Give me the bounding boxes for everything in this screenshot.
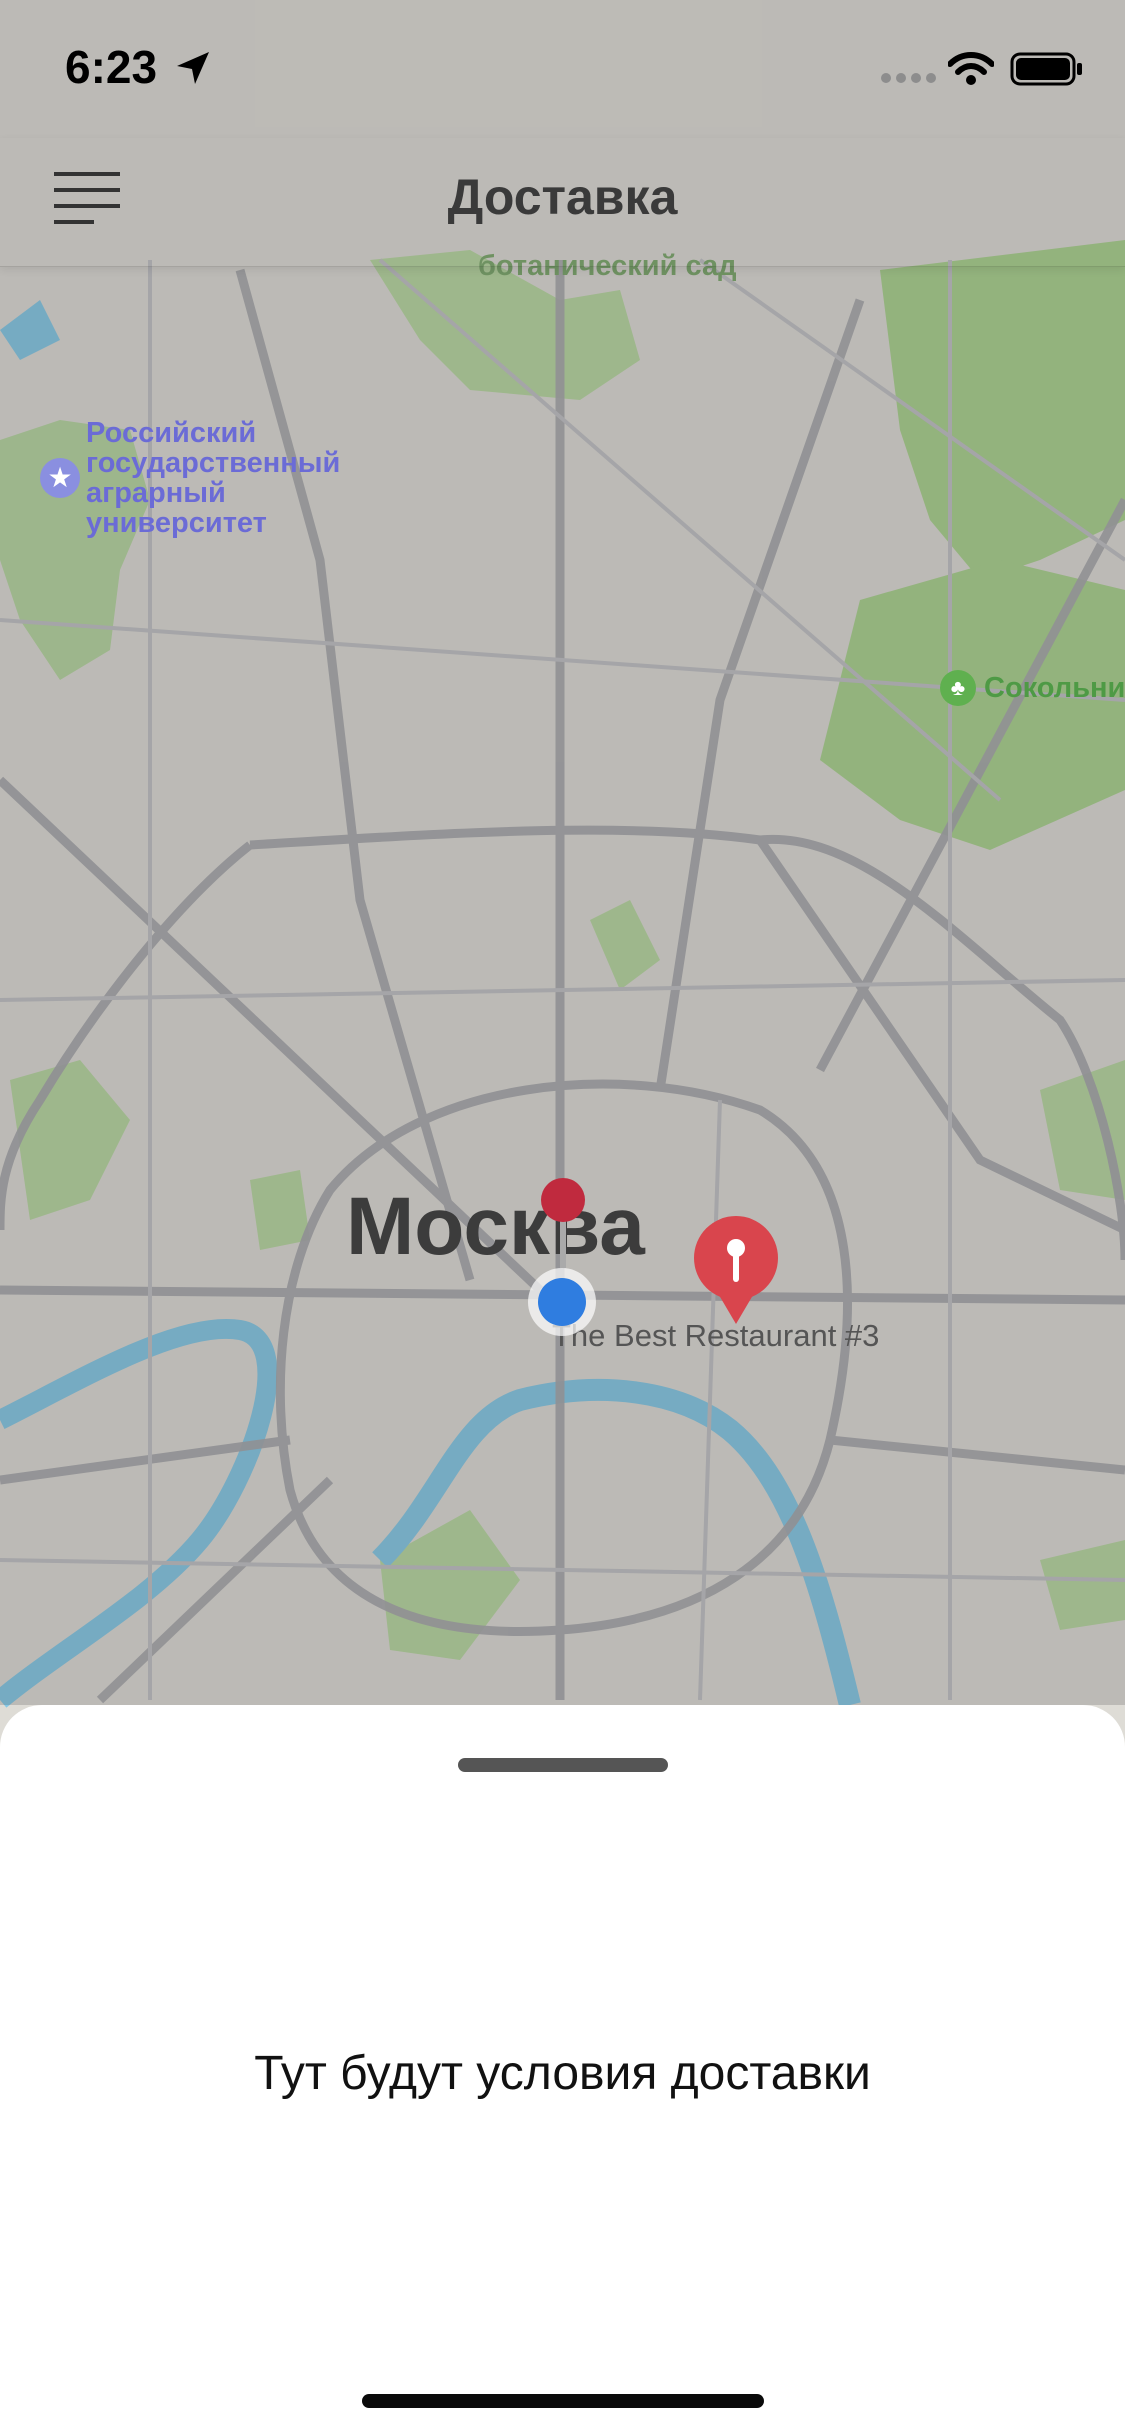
user-location-icon <box>528 1268 596 1336</box>
park-poi-icon: ♣ <box>940 670 976 706</box>
wifi-icon <box>948 52 994 85</box>
page-title: Доставка <box>447 169 678 225</box>
university-poi-icon: ★ <box>40 458 80 498</box>
location-arrow-icon <box>177 52 209 84</box>
map-label-university: Российский государственный аграрный унив… <box>86 417 341 539</box>
home-indicator[interactable] <box>362 2394 764 2408</box>
battery-icon <box>1010 52 1082 86</box>
map-label-sokolniki: Сокольни <box>984 672 1125 704</box>
restaurant-pin-icon[interactable] <box>688 1214 784 1334</box>
map-city-label-moscow: Москва <box>346 1181 645 1272</box>
cellular-signal-icon <box>881 73 936 83</box>
dropped-pin-icon[interactable] <box>538 1176 588 1272</box>
status-time: 6:23 <box>65 41 158 93</box>
delivery-conditions-text: Тут будут условия доставки <box>254 2047 871 2100</box>
sheet-drag-handle[interactable] <box>458 1758 668 1772</box>
